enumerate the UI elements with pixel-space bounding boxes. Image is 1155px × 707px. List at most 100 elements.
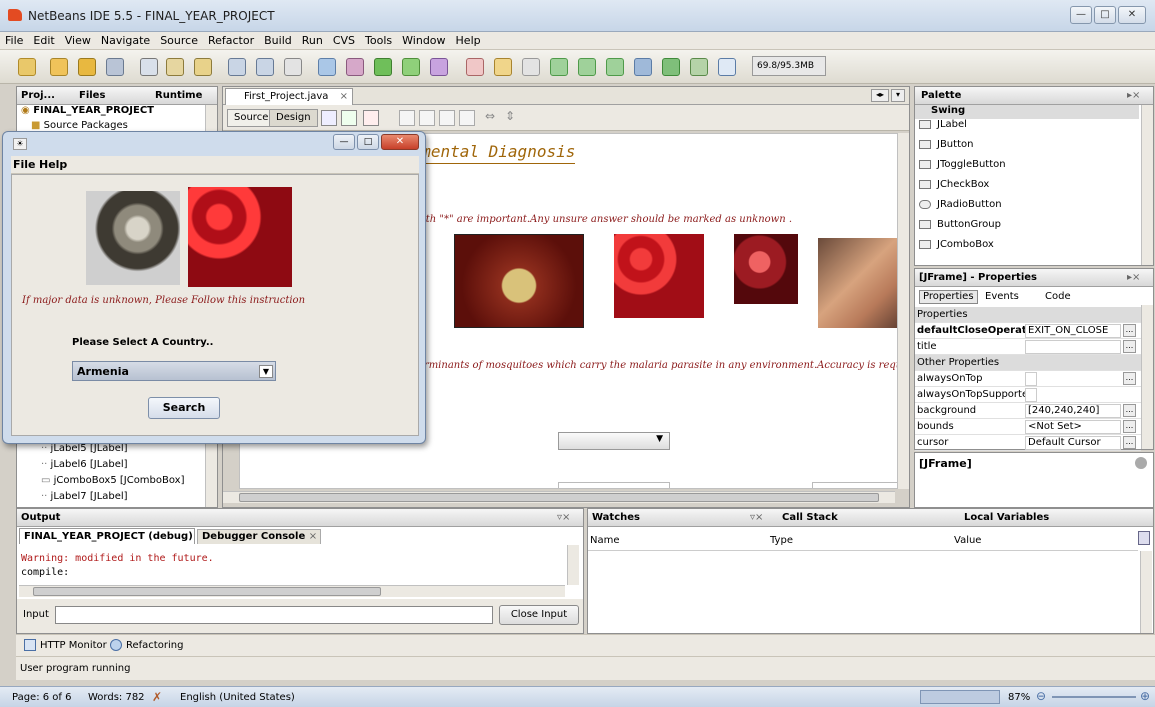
palette-item-jlabel[interactable]: JLabel bbox=[919, 119, 967, 130]
align-left-icon[interactable] bbox=[399, 110, 415, 126]
selection-mode-icon[interactable] bbox=[321, 110, 337, 126]
tab-files[interactable]: Files bbox=[79, 90, 105, 101]
menu-navigate[interactable]: Navigate bbox=[96, 32, 155, 47]
menu-view[interactable]: View bbox=[60, 32, 96, 47]
tab-first-project-java[interactable]: First_Project.java × bbox=[225, 88, 353, 105]
editor-v-scrollbar[interactable] bbox=[897, 133, 909, 489]
country-select[interactable]: Armenia ▼ bbox=[72, 361, 276, 381]
run-file-icon[interactable] bbox=[430, 58, 448, 76]
menu-window[interactable]: Window bbox=[397, 32, 450, 47]
prop-row[interactable]: title... bbox=[915, 339, 1141, 355]
ellipsis-icon[interactable]: ... bbox=[1123, 420, 1136, 433]
align-top-icon[interactable] bbox=[459, 110, 475, 126]
tab-watches[interactable]: Watches bbox=[592, 512, 640, 523]
palette-item-buttongroup[interactable]: ButtonGroup bbox=[919, 219, 1001, 230]
step-out-icon[interactable] bbox=[606, 58, 624, 76]
prop-row[interactable]: alwaysOnTop... bbox=[915, 371, 1141, 387]
center-horizontally-icon[interactable] bbox=[439, 110, 455, 126]
page-count[interactable]: Page: 6 of 6 bbox=[12, 692, 71, 703]
properties-scrollbar[interactable] bbox=[1141, 305, 1153, 449]
tree-root[interactable]: ◉ FINAL_YEAR_PROJECT bbox=[21, 105, 154, 116]
minimize-icon[interactable]: ▿× bbox=[750, 512, 763, 523]
save-all-icon[interactable] bbox=[106, 58, 124, 76]
zoom-in-icon[interactable]: ⊕ bbox=[1140, 689, 1150, 703]
menu-build[interactable]: Build bbox=[259, 32, 297, 47]
tree-item[interactable]: ·· jLabel7 [JLabel] bbox=[41, 491, 128, 502]
tab-code[interactable]: Code bbox=[1045, 291, 1071, 302]
align-right-icon[interactable] bbox=[419, 110, 435, 126]
tab-projects[interactable]: Proj... bbox=[21, 90, 55, 101]
close-tab-icon[interactable]: × bbox=[309, 531, 317, 542]
search-button[interactable]: Search bbox=[148, 397, 220, 419]
zoom-out-icon[interactable]: ⊖ bbox=[1036, 689, 1046, 703]
dialog-menu-help[interactable]: Help bbox=[39, 158, 67, 171]
maximize-icon[interactable]: ▸× bbox=[1127, 90, 1140, 101]
dialog-close-button[interactable]: ✕ bbox=[381, 134, 419, 150]
evaluate-icon[interactable] bbox=[690, 58, 708, 76]
prop-row[interactable]: defaultCloseOperation EXIT_ON_CLOSE... bbox=[915, 323, 1141, 339]
menu-help[interactable]: Help bbox=[451, 32, 486, 47]
run-icon[interactable] bbox=[374, 58, 392, 76]
dialog-menu-file[interactable]: File bbox=[13, 158, 36, 171]
resize-vertical-icon[interactable]: ⇕ bbox=[505, 109, 515, 123]
canvas-component[interactable] bbox=[812, 482, 902, 488]
checkbox[interactable] bbox=[1025, 388, 1037, 402]
step-over-icon[interactable] bbox=[550, 58, 568, 76]
dialog-minimize-button[interactable]: — bbox=[333, 134, 355, 150]
section-other-properties[interactable]: Other Properties bbox=[915, 355, 1141, 371]
checkbox[interactable] bbox=[1025, 372, 1037, 386]
ellipsis-icon[interactable]: ... bbox=[1123, 340, 1136, 353]
menu-run[interactable]: Run bbox=[297, 32, 328, 47]
tab-debug[interactable]: FINAL_YEAR_PROJECT (debug) × bbox=[19, 528, 205, 544]
memory-indicator[interactable]: 69.8/95.3MB bbox=[752, 56, 826, 76]
cut-icon[interactable] bbox=[140, 58, 158, 76]
prop-row[interactable]: alwaysOnTopSupported bbox=[915, 387, 1141, 403]
program-input-field[interactable] bbox=[55, 606, 493, 624]
tree-source-packages[interactable]: ■ Source Packages bbox=[31, 120, 128, 131]
palette-item-jradiobutton[interactable]: JRadioButton bbox=[919, 199, 1002, 210]
maximize-icon[interactable]: ▸× bbox=[1127, 272, 1140, 283]
apply-changes-icon[interactable] bbox=[662, 58, 680, 76]
language-indicator[interactable]: English (United States) bbox=[180, 692, 295, 703]
tab-properties[interactable]: Properties bbox=[919, 290, 978, 304]
finish-debug-icon[interactable] bbox=[466, 58, 484, 76]
menu-cvs[interactable]: CVS bbox=[328, 32, 360, 47]
run-to-cursor-icon[interactable] bbox=[634, 58, 652, 76]
continue-icon[interactable] bbox=[522, 58, 540, 76]
new-file-icon[interactable] bbox=[18, 58, 36, 76]
step-into-icon[interactable] bbox=[578, 58, 596, 76]
watches-scrollbar[interactable] bbox=[1140, 551, 1152, 633]
palette-scrollbar[interactable] bbox=[1141, 105, 1153, 265]
palette-item-jcheckbox[interactable]: JCheckBox bbox=[919, 179, 989, 190]
h-scroll-thumb[interactable] bbox=[33, 587, 381, 596]
menu-file[interactable]: File bbox=[0, 32, 28, 47]
output-v-scrollbar[interactable] bbox=[567, 545, 579, 585]
minimize-button[interactable]: — bbox=[1070, 6, 1092, 24]
section-properties[interactable]: Properties bbox=[915, 307, 1141, 323]
ellipsis-icon[interactable]: ... bbox=[1123, 436, 1136, 449]
paste-icon[interactable] bbox=[194, 58, 212, 76]
canvas-component[interactable] bbox=[558, 482, 670, 488]
menu-edit[interactable]: Edit bbox=[28, 32, 59, 47]
prop-row[interactable]: background [240,240,240]... bbox=[915, 403, 1141, 419]
prop-row[interactable]: bounds <Not Set>... bbox=[915, 419, 1141, 435]
column-value[interactable]: Value bbox=[954, 535, 981, 546]
zoom-level[interactable]: 87% bbox=[1008, 692, 1030, 703]
close-tab-icon[interactable]: × bbox=[340, 91, 348, 102]
prop-row[interactable]: cursor Default Cursor... bbox=[915, 435, 1141, 451]
palette-category-swing[interactable]: Swing bbox=[915, 105, 1139, 119]
preview-design-icon[interactable] bbox=[363, 110, 379, 126]
ellipsis-icon[interactable]: ... bbox=[1123, 372, 1136, 385]
tree-item[interactable]: ▭ jComboBox5 [JComboBox] bbox=[41, 475, 185, 486]
column-chooser-icon[interactable] bbox=[1138, 531, 1150, 545]
find-icon[interactable] bbox=[284, 58, 302, 76]
clean-build-icon[interactable] bbox=[346, 58, 364, 76]
connection-mode-icon[interactable] bbox=[341, 110, 357, 126]
close-input-button[interactable]: Close Input bbox=[499, 605, 579, 625]
dialog-maximize-button[interactable]: □ bbox=[357, 134, 379, 150]
copy-icon[interactable] bbox=[166, 58, 184, 76]
close-button[interactable]: ✕ bbox=[1118, 6, 1146, 24]
redo-icon[interactable] bbox=[256, 58, 274, 76]
word-count[interactable]: Words: 782 bbox=[88, 692, 145, 703]
menu-source[interactable]: Source bbox=[155, 32, 203, 47]
